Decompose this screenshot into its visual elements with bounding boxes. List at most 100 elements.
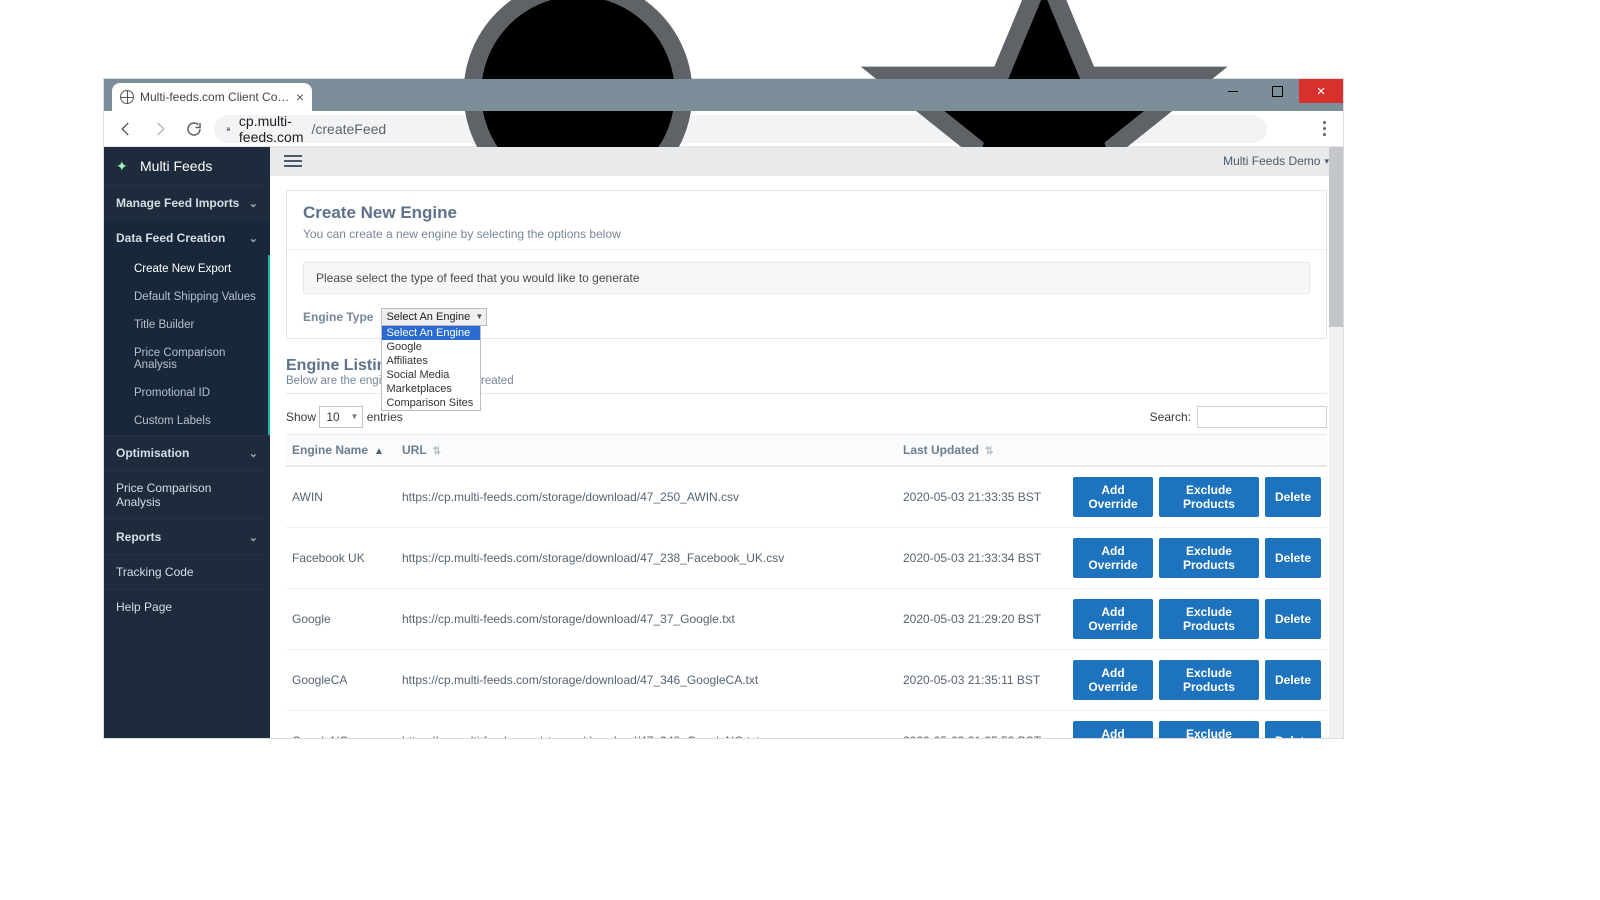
engine-type-label: Engine Type (303, 308, 373, 324)
option-affiliates[interactable]: Affiliates (382, 354, 480, 368)
col-url[interactable]: URL⇅ (396, 434, 897, 466)
engine-type-select[interactable]: Select An Engine (381, 308, 487, 326)
sidebar-item-manage-imports[interactable]: Manage Feed Imports⌄ (104, 185, 270, 220)
sort-icon: ⇅ (985, 446, 993, 457)
brand-text: Multi Feeds (140, 158, 212, 174)
delete-button[interactable]: Delete (1265, 477, 1321, 517)
sidebar-sub-price-analysis[interactable]: Price Comparison Analysis (104, 339, 268, 379)
window-minimize-button[interactable] (1211, 79, 1255, 103)
url-path: /createFeed (312, 121, 387, 137)
browser-menu-button[interactable] (1313, 118, 1335, 140)
chevron-down-icon: ⌄ (249, 531, 258, 544)
nav-back-button[interactable] (112, 115, 140, 143)
sidebar-item-price-comparison[interactable]: Price Comparison Analysis (104, 470, 270, 519)
panel-title: Create New Engine (303, 203, 1310, 223)
main: Multi Feeds Demo▾ Create New Engine You … (270, 147, 1343, 738)
add-override-button[interactable]: Add Override (1073, 660, 1153, 700)
cell-url: https://cp.multi-feeds.com/storage/downl… (396, 649, 897, 710)
search-input[interactable] (1197, 406, 1327, 428)
chevron-down-icon: ⌄ (249, 232, 258, 245)
cell-last-updated: 2020-05-03 21:33:35 BST (897, 466, 1067, 528)
add-override-button[interactable]: Add Override (1073, 538, 1153, 578)
tab-title: Multi-feeds.com Client Control P (140, 90, 290, 104)
delete-button[interactable]: Delete (1265, 538, 1321, 578)
exclude-products-button[interactable]: Exclude Products (1159, 477, 1259, 517)
table-row: GoogleNOhttps://cp.multi-feeds.com/stora… (286, 710, 1327, 738)
user-menu[interactable]: Multi Feeds Demo▾ (1223, 154, 1329, 168)
cell-url: https://cp.multi-feeds.com/storage/downl… (396, 466, 897, 528)
exclude-products-button[interactable]: Exclude Products (1159, 660, 1259, 700)
cell-engine-name: AWIN (286, 466, 396, 528)
chevron-down-icon: ⌄ (249, 447, 258, 460)
cell-last-updated: 2020-05-03 21:35:11 BST (897, 649, 1067, 710)
browser-window: Multi-feeds.com Client Control P × × (103, 78, 1344, 739)
option-google[interactable]: Google (382, 340, 480, 354)
lock-icon (226, 123, 231, 135)
sort-asc-icon: ▲ (374, 446, 384, 457)
col-last-updated[interactable]: Last Updated⇅ (897, 434, 1067, 466)
engines-table: Engine Name▲ URL⇅ Last Updated⇅ AWINhttp… (286, 434, 1327, 738)
tab-close-icon[interactable]: × (296, 89, 304, 105)
sidebar-sub-promotional-id[interactable]: Promotional ID (104, 379, 268, 407)
cell-last-updated: 2020-05-03 21:29:20 BST (897, 588, 1067, 649)
exclude-products-button[interactable]: Exclude Products (1159, 538, 1259, 578)
exclude-products-button[interactable]: Exclude Products (1159, 599, 1259, 639)
cell-engine-name: GoogleCA (286, 649, 396, 710)
sidebar-item-data-feed-creation[interactable]: Data Feed Creation⌄ (104, 220, 270, 255)
cell-last-updated: 2020-05-03 21:35:53 BST (897, 710, 1067, 738)
cell-engine-name: Facebook UK (286, 527, 396, 588)
info-text: Please select the type of feed that you … (303, 262, 1310, 294)
sidebar-sub-title-builder[interactable]: Title Builder (104, 311, 268, 339)
delete-button[interactable]: Delete (1265, 599, 1321, 639)
entries-select[interactable]: 10 (319, 406, 363, 428)
option-comparison-sites[interactable]: Comparison Sites (382, 396, 480, 410)
table-row: Googlehttps://cp.multi-feeds.com/storage… (286, 588, 1327, 649)
brand: ✦ Multi Feeds (104, 147, 270, 185)
create-engine-panel: Create New Engine You can create a new e… (286, 190, 1327, 339)
sidebar-item-tracking-code[interactable]: Tracking Code (104, 554, 270, 589)
col-engine-name[interactable]: Engine Name▲ (286, 434, 396, 466)
sidebar-item-reports[interactable]: Reports⌄ (104, 519, 270, 554)
sidebar-sub-custom-labels[interactable]: Custom Labels (104, 407, 268, 435)
panel-subtitle: You can create a new engine by selecting… (303, 227, 1310, 241)
globe-icon (120, 90, 134, 104)
window-maximize-button[interactable] (1255, 79, 1299, 103)
scrollbar-thumb[interactable] (1329, 147, 1343, 327)
url-field[interactable]: cp.multi-feeds.com/createFeed (214, 115, 1267, 143)
content: Create New Engine You can create a new e… (270, 176, 1343, 738)
cell-engine-name: GoogleNO (286, 710, 396, 738)
sidebar-sub-shipping[interactable]: Default Shipping Values (104, 283, 268, 311)
option-select-an-engine[interactable]: Select An Engine (382, 326, 480, 340)
engine-type-dropdown: Select An Engine Google Affiliates Socia… (381, 325, 481, 411)
option-social-media[interactable]: Social Media (382, 368, 480, 382)
sidebar-item-optimisation[interactable]: Optimisation⌄ (104, 435, 270, 470)
table-row: GoogleCAhttps://cp.multi-feeds.com/stora… (286, 649, 1327, 710)
cell-url: https://cp.multi-feeds.com/storage/downl… (396, 527, 897, 588)
add-override-button[interactable]: Add Override (1073, 477, 1153, 517)
browser-tab[interactable]: Multi-feeds.com Client Control P × (112, 83, 312, 111)
sidebar-sub-create-export[interactable]: Create New Export (104, 255, 268, 283)
cell-last-updated: 2020-05-03 21:33:34 BST (897, 527, 1067, 588)
add-override-button[interactable]: Add Override (1073, 721, 1153, 738)
delete-button[interactable]: Delete (1265, 660, 1321, 700)
chevron-down-icon: ⌄ (249, 197, 258, 210)
logo-icon: ✦ (116, 158, 132, 174)
cell-url: https://cp.multi-feeds.com/storage/downl… (396, 710, 897, 738)
sort-icon: ⇅ (433, 446, 441, 457)
top-strip: Multi Feeds Demo▾ (270, 147, 1343, 176)
titlebar: Multi-feeds.com Client Control P × × (104, 79, 1343, 111)
delete-button[interactable]: Delete (1265, 721, 1321, 738)
hamburger-icon[interactable] (284, 155, 302, 167)
window-close-button[interactable]: × (1299, 79, 1343, 103)
table-row: AWINhttps://cp.multi-feeds.com/storage/d… (286, 466, 1327, 528)
search-label: Search: (1150, 410, 1191, 424)
cell-engine-name: Google (286, 588, 396, 649)
nav-forward-button[interactable] (146, 115, 174, 143)
option-marketplaces[interactable]: Marketplaces (382, 382, 480, 396)
add-override-button[interactable]: Add Override (1073, 599, 1153, 639)
table-row: Facebook UKhttps://cp.multi-feeds.com/st… (286, 527, 1327, 588)
nav-reload-button[interactable] (180, 115, 208, 143)
exclude-products-button[interactable]: Exclude Products (1159, 721, 1259, 738)
sidebar-item-help-page[interactable]: Help Page (104, 589, 270, 624)
cell-url: https://cp.multi-feeds.com/storage/downl… (396, 588, 897, 649)
